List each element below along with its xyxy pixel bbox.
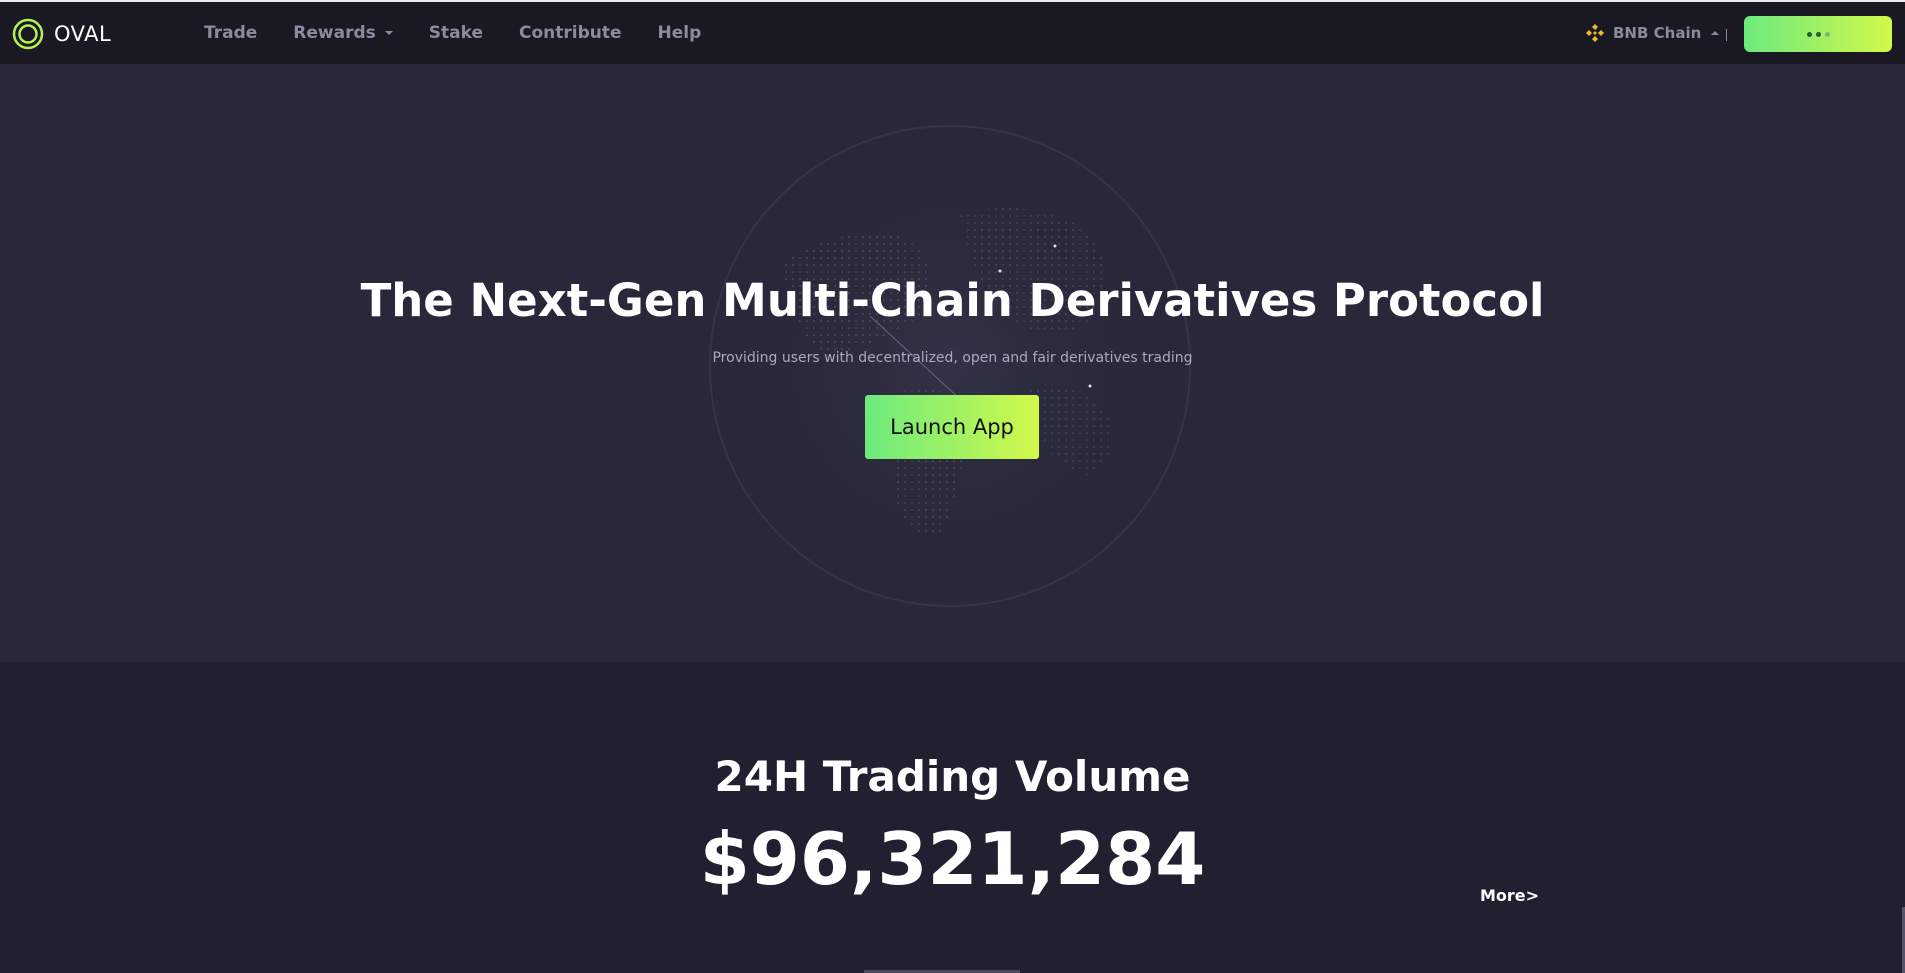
loading-dot bbox=[1824, 31, 1830, 37]
volume-value: $96,321,284 bbox=[699, 817, 1206, 901]
page: OVAL Trade Rewards Stake Contribute Help bbox=[0, 0, 1905, 973]
hero-subtitle: Providing users with decentralized, open… bbox=[712, 350, 1193, 366]
loading-dot bbox=[1815, 31, 1821, 37]
nav-links: Trade Rewards Stake Contribute Help bbox=[204, 2, 737, 64]
nav-item-label: Contribute bbox=[519, 23, 622, 43]
hero-title: The Next-Gen Multi-Chain Derivatives Pro… bbox=[360, 274, 1545, 327]
nav-item-label: Trade bbox=[204, 23, 258, 43]
trading-volume-section: 24H Trading Volume $96,321,284 More> bbox=[0, 662, 1905, 973]
nav-item-contribute[interactable]: Contribute bbox=[519, 23, 622, 43]
launch-app-button[interactable]: Launch App bbox=[865, 395, 1039, 459]
nav-item-label: Help bbox=[657, 23, 702, 43]
chevron-up-icon bbox=[1711, 31, 1720, 35]
top-navbar: OVAL Trade Rewards Stake Contribute Help bbox=[0, 0, 1905, 64]
nav-divider bbox=[1726, 29, 1727, 41]
logo[interactable]: OVAL bbox=[12, 18, 111, 50]
globe-icon bbox=[705, 121, 1195, 611]
volume-title: 24H Trading Volume bbox=[714, 752, 1191, 801]
hero-section: The Next-Gen Multi-Chain Derivatives Pro… bbox=[0, 64, 1905, 662]
nav-item-rewards[interactable]: Rewards bbox=[293, 23, 393, 43]
bnb-chain-icon bbox=[1586, 24, 1604, 42]
loading-dot bbox=[1806, 31, 1812, 37]
wallet-button[interactable] bbox=[1744, 16, 1892, 52]
more-link[interactable]: More> bbox=[1480, 886, 1539, 905]
nav-item-help[interactable]: Help bbox=[658, 23, 702, 43]
oval-logo-icon bbox=[12, 18, 44, 50]
chevron-down-icon bbox=[384, 31, 393, 35]
nav-item-stake[interactable]: Stake bbox=[429, 23, 483, 43]
brand-name: OVAL bbox=[54, 22, 112, 46]
nav-item-label: Stake bbox=[428, 23, 483, 43]
nav-item-trade[interactable]: Trade bbox=[204, 23, 257, 43]
nav-item-label: Rewards bbox=[293, 23, 376, 43]
chain-selector[interactable]: BNB Chain bbox=[1585, 2, 1720, 64]
chain-label: BNB Chain bbox=[1613, 24, 1702, 42]
